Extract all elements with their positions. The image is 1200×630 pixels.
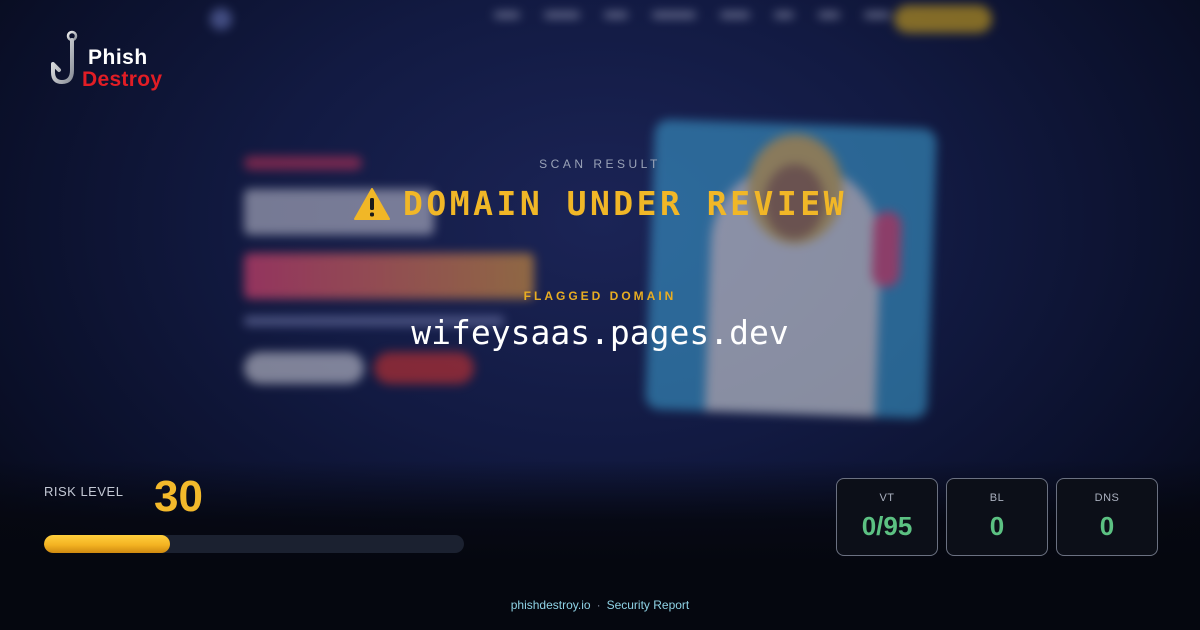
phishdestroy-logo: Phish Destroy xyxy=(50,30,180,100)
risk-level-fill xyxy=(44,535,170,553)
stat-value-vt: 0/95 xyxy=(861,511,913,541)
scan-result-label: SCAN RESULT xyxy=(539,157,661,171)
scan-status: DOMAIN UNDER REVIEW xyxy=(0,184,1200,223)
footer-site-link[interactable]: phishdestroy.io xyxy=(511,598,591,612)
flagged-domain: wifeysaas.pages.dev xyxy=(411,313,789,352)
stat-card-bl: BL 0 xyxy=(946,478,1048,556)
stat-card-vt: VT 0/95 xyxy=(836,478,938,556)
footer: phishdestroy.io · Security Report xyxy=(0,598,1200,612)
stat-label-dns: DNS xyxy=(1094,492,1120,504)
footer-separator: · xyxy=(596,598,601,612)
stat-value-dns: 0 xyxy=(1099,511,1115,541)
stat-label-vt: VT xyxy=(879,492,895,504)
preview-button-primary xyxy=(244,352,364,384)
status-text: DOMAIN UNDER REVIEW xyxy=(403,184,847,223)
logo-word-phish: Phish xyxy=(88,46,148,69)
risk-level-value: 30 xyxy=(154,472,203,521)
stat-value-bl: 0 xyxy=(989,511,1005,541)
flagged-domain-label: FLAGGED DOMAIN xyxy=(523,289,677,303)
risk-level-bar xyxy=(44,535,464,553)
warning-icon xyxy=(354,187,390,220)
preview-button-secondary xyxy=(374,352,474,384)
preview-logo xyxy=(210,8,232,30)
logo-word-destroy: Destroy xyxy=(82,68,163,91)
preview-nav xyxy=(494,12,890,18)
stat-label-bl: BL xyxy=(989,492,1005,504)
preview-cta-button xyxy=(894,5,992,33)
risk-level-label: RISK LEVEL xyxy=(44,484,124,499)
footer-report-label: Security Report xyxy=(606,598,690,612)
stat-card-dns: DNS 0 xyxy=(1056,478,1158,556)
